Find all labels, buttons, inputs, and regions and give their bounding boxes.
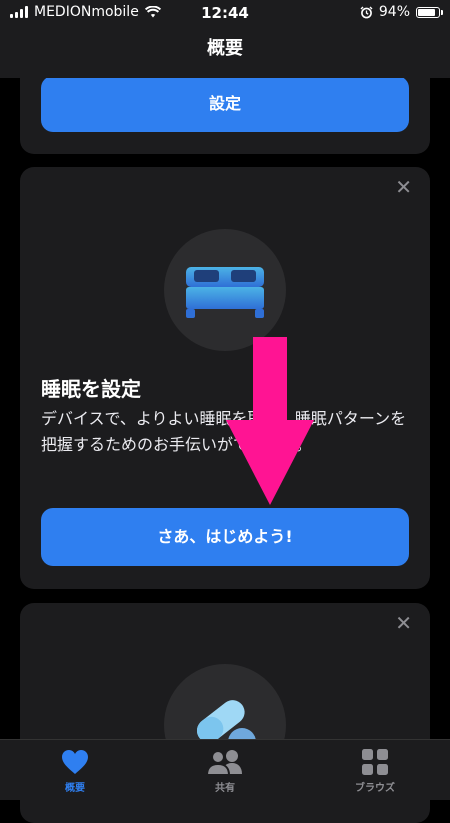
tab-browse[interactable]: ブラウズ — [300, 740, 450, 800]
tab-label: 共有 — [215, 783, 235, 794]
people-icon — [206, 750, 242, 776]
tab-label: 概要 — [65, 783, 85, 794]
close-icon[interactable]: ✕ — [395, 177, 412, 197]
heart-icon — [62, 750, 88, 774]
status-bar: MEDIONmobile 12:44 94% — [0, 0, 450, 26]
grid-icon — [362, 749, 388, 775]
tab-summary[interactable]: 概要 — [0, 740, 150, 800]
status-right: 94% — [360, 4, 443, 20]
alarm-icon — [360, 6, 373, 18]
settings-button[interactable]: 設定 — [41, 76, 409, 132]
tab-sharing[interactable]: 共有 — [150, 740, 300, 800]
bed-icon — [186, 267, 264, 318]
page-title: 概要 — [207, 38, 243, 59]
sleep-setup-card: ✕ 睡眠を設定 デバイスで、よりよい睡眠を取り、睡眠パターンを把握するためのお手… — [20, 167, 430, 589]
tab-bar: 概要 共有 ブラウズ — [0, 739, 450, 800]
get-started-button[interactable]: さあ、はじめよう! — [41, 508, 409, 566]
battery-percent: 94% — [378, 4, 410, 20]
battery-icon — [416, 6, 443, 18]
close-icon[interactable]: ✕ — [395, 613, 412, 633]
card-title: 睡眠を設定 — [41, 377, 141, 401]
card-description: デバイスで、よりよい睡眠を取り、睡眠パターンを把握するためのお手伝いができます。 — [41, 409, 407, 454]
tab-label: ブラウズ — [355, 783, 395, 794]
nav-bar: 概要 — [0, 26, 450, 78]
sleep-icon-circle — [164, 229, 286, 351]
battery-level — [418, 8, 435, 16]
